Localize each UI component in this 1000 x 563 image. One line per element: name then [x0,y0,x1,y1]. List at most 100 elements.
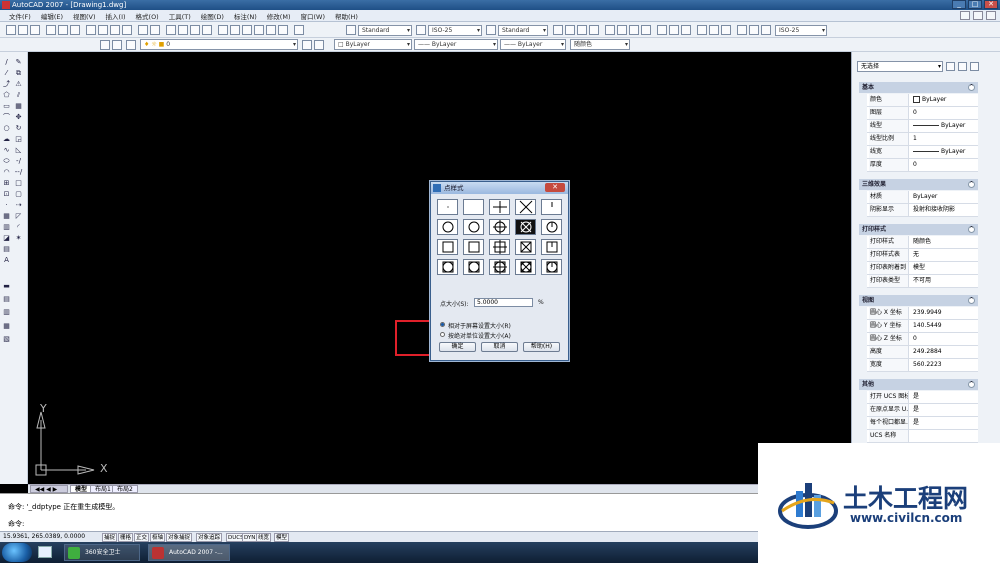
hatch-icon[interactable]: ▦ [2,212,11,221]
insert-block-icon[interactable]: ⊞ [2,179,11,188]
dim-text-edit-icon[interactable] [749,25,759,35]
prop-row[interactable]: 打印表附着到 模型 [867,262,978,275]
text-style-select[interactable]: Standard [358,25,412,36]
lineweight-select[interactable]: —— ByLayer [500,39,566,50]
menu-window[interactable]: 窗口(W) [295,11,330,21]
dim-continue-icon[interactable] [681,25,691,35]
tolerance-icon[interactable] [709,25,719,35]
point-style-dot[interactable] [437,199,458,215]
menu-edit[interactable]: 编辑(E) [36,11,68,21]
line-icon[interactable]: / [2,58,11,67]
table-icon[interactable]: ▤ [2,245,11,254]
doc-restore-button[interactable] [973,11,983,20]
doc-minimize-button[interactable] [960,11,970,20]
point-icon[interactable]: · [2,201,11,210]
properties-icon[interactable] [218,25,228,35]
prop-row[interactable]: 打印表类型 不可用 [867,275,978,288]
fillet-icon[interactable]: ◜ [14,223,23,232]
select-objects-icon[interactable] [958,62,967,71]
collapse-icon[interactable]: ^ [968,381,975,388]
minimize-button[interactable]: _ [952,0,966,9]
relative-size-radio[interactable] [440,322,445,327]
layer-panel-icon[interactable]: ▬ [2,282,11,291]
dim-radius-icon[interactable] [605,25,615,35]
dim-style-select[interactable]: ISO-25 [428,25,482,36]
grid-toggle[interactable]: 栅格 [118,533,134,542]
prop-row[interactable]: 高度 249.2884 [867,346,978,359]
layer-state-icon[interactable] [112,40,122,50]
dim-linear-icon[interactable] [553,25,563,35]
designcenter-icon[interactable] [230,25,240,35]
zoom-previous-icon[interactable] [202,25,212,35]
calculator-icon[interactable] [278,25,288,35]
layer-isolate-icon[interactable]: ▧ [2,335,11,344]
save-icon[interactable] [30,25,40,35]
section-basic[interactable]: 基本 ^ [859,82,978,93]
prop-row[interactable]: 图层 0 [867,107,978,120]
point-style-circle-square-empty[interactable] [463,259,484,275]
lineweight-toggle[interactable]: 线宽 [256,533,272,542]
maximize-button[interactable]: □ [968,0,982,9]
tab-model[interactable]: 模型 [70,485,93,493]
offset-icon[interactable]: ⫽ [14,91,23,100]
array-icon[interactable]: ▦ [14,102,23,111]
circle-icon[interactable]: ○ [2,124,11,133]
dialog-close-button[interactable]: ✕ [545,183,565,192]
leader-icon[interactable] [697,25,707,35]
prop-row[interactable]: 材质 ByLayer [867,191,978,204]
make-current-icon[interactable] [302,40,312,50]
ortho-toggle[interactable]: 正交 [134,533,150,542]
mtext-icon[interactable]: A [2,256,11,265]
sheetset-icon[interactable] [254,25,264,35]
menu-view[interactable]: 视图(V) [68,11,101,21]
prop-row[interactable]: 圆心 Z 坐标 0 [867,333,978,346]
open-icon[interactable] [18,25,28,35]
prop-row[interactable]: 线型 ByLayer [867,120,978,133]
break-at-point-icon[interactable]: ▢ [14,190,23,199]
point-style-circle-x-selected[interactable] [515,219,536,235]
section-plot-style[interactable]: 打印样式 ^ [859,224,978,235]
linetype-select[interactable]: —— ByLayer [414,39,498,50]
section-3d-effects[interactable]: 三维效果 ^ [859,179,978,190]
dim-ordinate-icon[interactable] [589,25,599,35]
dim-diameter-icon[interactable] [629,25,639,35]
rectangle-icon[interactable]: ▭ [2,102,11,111]
absolute-size-radio[interactable] [440,332,445,337]
osnap-toggle[interactable]: 对象捕捉 [166,533,193,542]
start-button[interactable] [2,543,32,562]
menu-format[interactable]: 格式(O) [131,11,164,21]
new-icon[interactable] [6,25,16,35]
point-style-circle-tick[interactable] [541,219,562,235]
help-icon[interactable] [294,25,304,35]
tab-nav-arrows[interactable]: ◀◀ ◀ ▶ ▶▶ [30,485,68,501]
redo-icon[interactable] [150,25,160,35]
taskbar-360[interactable]: 360安全卫士 [64,544,140,561]
construction-line-icon[interactable]: ⁄ [2,69,11,78]
polyline-icon[interactable]: ⤴ [2,80,11,89]
preview-icon[interactable] [58,25,68,35]
point-style-plus[interactable] [489,199,510,215]
prop-row[interactable]: 在原点显示 U... 是 [867,404,978,417]
matchprop-icon[interactable] [122,25,132,35]
taskbar-autocad[interactable]: AutoCAD 2007 -... [148,544,230,561]
prop-row[interactable]: 圆心 Y 坐标 140.5449 [867,320,978,333]
center-mark-icon[interactable] [721,25,731,35]
doc-close-button[interactable] [986,11,996,20]
copy-icon[interactable] [98,25,108,35]
section-misc[interactable]: 其他 ^ [859,379,978,390]
collapse-icon[interactable]: ^ [968,226,975,233]
dim-baseline-icon[interactable] [669,25,679,35]
point-style-circle[interactable] [437,219,458,235]
dim-edit-icon[interactable] [737,25,747,35]
quick-dim-icon[interactable] [657,25,667,35]
layer-previous-icon[interactable] [314,40,324,50]
prop-row[interactable]: 宽度 560.2223 [867,359,978,372]
spline-icon[interactable]: ∿ [2,146,11,155]
menu-draw[interactable]: 绘图(D) [196,11,229,21]
point-style-square-plus[interactable] [489,239,510,255]
prop-row[interactable]: 打印样式 随颜色 [867,236,978,249]
revcloud-icon[interactable]: ☁ [2,135,11,144]
join-icon[interactable]: ⇢ [14,201,23,210]
selection-select[interactable]: 无选择 [857,61,943,72]
menu-file[interactable]: 文件(F) [4,11,36,21]
